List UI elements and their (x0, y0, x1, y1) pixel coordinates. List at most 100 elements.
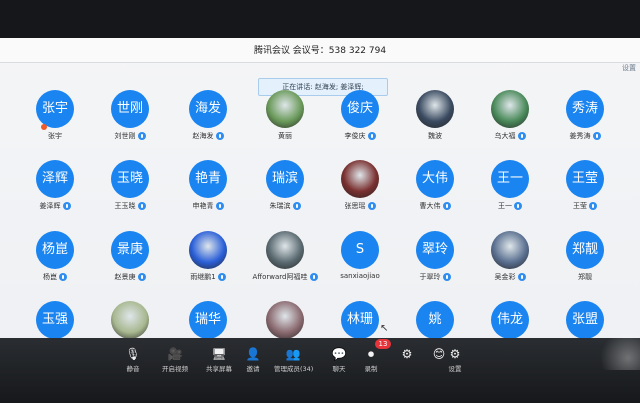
participant-photo-avatar (111, 301, 149, 339)
participant-tile[interactable]: 魏波 (395, 90, 475, 152)
participant-photo-avatar (491, 90, 529, 128)
record-button[interactable]: ⏺ 录制 (352, 346, 390, 373)
microphone-icon (59, 273, 67, 281)
participant-tile[interactable]: 雨继鹏1 (168, 231, 248, 293)
participant-tile[interactable]: 瑞滨 朱瑞滨 (245, 160, 325, 222)
participant-avatar: 俊庆 (341, 90, 379, 128)
window-titlebar: 腾讯会议 会议号：538 322 794 (0, 38, 640, 63)
microphone-icon (514, 202, 522, 210)
toolbar-label: 共享屏幕 (206, 365, 232, 373)
participant-photo-avatar (341, 160, 379, 198)
participant-avatar: 玉晓 (111, 160, 149, 198)
toolbar-label: 静音 (126, 365, 140, 373)
camera-icon: 🎥 (167, 347, 183, 361)
invite-button[interactable]: 👤 邀请 (234, 346, 272, 373)
participant-tile[interactable]: Afforward阿福哇 (245, 231, 325, 293)
participant-name: 杨崑 (15, 272, 95, 282)
microphone-icon (137, 132, 146, 140)
microphone-icon (137, 273, 146, 281)
microphone-icon (442, 202, 451, 210)
toolbar-label: 录制 (364, 365, 378, 373)
participant-tile[interactable]: 玉晓 王玉晓 (90, 160, 170, 222)
participant-name: 王一 (470, 201, 550, 211)
microphone-icon (592, 132, 601, 140)
participant-avatar: 海发 (189, 90, 227, 128)
participant-tile[interactable]: 吴金彩 (470, 231, 550, 293)
chat-badge: 13 (375, 339, 391, 349)
meeting-toolbar: 🎙 静音 🎥 开启视频 🖥 共享屏幕 👤 邀请 👥 管理成员(34) 💬 聊天 ⏺ 录制 ⚙ 😊 ⚙ 设置 (0, 338, 640, 403)
participant-tile[interactable]: Ssanxiaojiao (320, 231, 400, 293)
participant-tile[interactable]: 翠玲 于翠玲 (395, 231, 475, 293)
microphone-icon (217, 273, 226, 281)
participant-avatar: 秀涛 (566, 90, 604, 128)
settings-link[interactable]: 设置 (622, 63, 636, 73)
participant-avatar: 姚 (416, 301, 454, 339)
microphone-icon (215, 132, 224, 140)
participant-avatar: 景庚 (111, 231, 149, 269)
participant-photo-avatar (266, 231, 304, 269)
participant-name: 姜秀涛 (545, 131, 625, 141)
participant-tile[interactable]: 世刚 刘世刚 (90, 90, 170, 152)
participant-tile[interactable]: 泽辉 姜泽辉 (15, 160, 95, 222)
participant-tile[interactable]: 王一 王一 (470, 160, 550, 222)
participant-name: 王莹 (545, 201, 625, 211)
microphone-icon (589, 202, 597, 210)
participant-tile[interactable]: 张思瑶 (320, 160, 400, 222)
microphone-icon (215, 202, 224, 210)
microphone-icon (137, 202, 146, 210)
settings-button[interactable]: ⚙ 设置 (436, 346, 474, 373)
participant-avatar: 林珊 (341, 301, 379, 339)
participant-name: 申艳青 (168, 201, 248, 211)
participant-name: 郑靓 (578, 273, 592, 281)
participant-name: 魏波 (428, 132, 442, 140)
participant-name: 王玉晓 (90, 201, 170, 211)
microphone-icon (292, 202, 301, 210)
settings-icon: ⚙ (449, 347, 461, 361)
participant-tile[interactable]: 俊庆 李俊庆 (320, 90, 400, 152)
participant-photo-avatar (491, 231, 529, 269)
participant-avatar: 伟龙 (491, 301, 529, 339)
participant-avatar: 玉强 (36, 301, 74, 339)
participant-tile[interactable]: 王莹 王莹 (545, 160, 625, 222)
participant-name: 张宇 (48, 132, 62, 140)
participant-avatar: S (341, 231, 379, 269)
participant-avatar: 世刚 (111, 90, 149, 128)
camera-button[interactable]: 🎥 开启视频 (156, 346, 194, 373)
participant-name: 李俊庆 (320, 131, 400, 141)
participant-tile[interactable]: 杨崑 杨崑 (15, 231, 95, 293)
participant-name: 朱瑞滨 (245, 201, 325, 211)
participant-avatar: 杨崑 (36, 231, 74, 269)
participant-tile[interactable]: 张宇 张宇 (15, 90, 95, 152)
participant-avatar: 张盟 (566, 301, 604, 339)
participant-photo-avatar (416, 90, 454, 128)
participant-tile[interactable]: 秀涛 姜秀涛 (545, 90, 625, 152)
participant-name: 曹大伟 (395, 201, 475, 211)
microphone-icon (517, 132, 526, 140)
microphone-icon (442, 273, 451, 281)
participant-avatar: 泽辉 (36, 160, 74, 198)
participant-name: 赵海发 (168, 131, 248, 141)
participant-photo-avatar (266, 90, 304, 128)
participant-name: 雨继鹏1 (168, 272, 248, 282)
mouse-cursor-icon: ↖ (380, 323, 389, 334)
meeting-window: 腾讯会议 会议号：538 322 794 设置 正在讲话: 赵海发; 姜泽辉; … (0, 38, 640, 378)
microphone-icon (309, 273, 318, 281)
toolbar-label: 管理成员(34) (274, 365, 314, 373)
participant-tile[interactable]: 海发 赵海发 (168, 90, 248, 152)
screen-glare (600, 330, 640, 370)
participant-tile[interactable]: 郑靓 郑靓 (545, 231, 625, 293)
participant-photo-avatar (266, 301, 304, 339)
participant-tile[interactable]: 景庚 赵景庚 (90, 231, 170, 293)
members-button[interactable]: 👥 管理成员(34) (274, 346, 314, 373)
participant-avatar: 瑞滨 (266, 160, 304, 198)
microphone-button[interactable]: 🎙 静音 (114, 346, 152, 373)
microphone-icon (517, 273, 526, 281)
participant-name: 吴金彩 (470, 272, 550, 282)
participant-tile[interactable]: 大伟 曹大伟 (395, 160, 475, 222)
share-screen-button[interactable]: 🖥 共享屏幕 (200, 346, 238, 373)
participant-tile[interactable]: 乌大福 (470, 90, 550, 152)
participant-name: sanxiaojiao (340, 272, 380, 280)
participant-photo-avatar (189, 231, 227, 269)
participant-tile[interactable]: 黄丽 (245, 90, 325, 152)
participant-tile[interactable]: 艳青 申艳青 (168, 160, 248, 222)
